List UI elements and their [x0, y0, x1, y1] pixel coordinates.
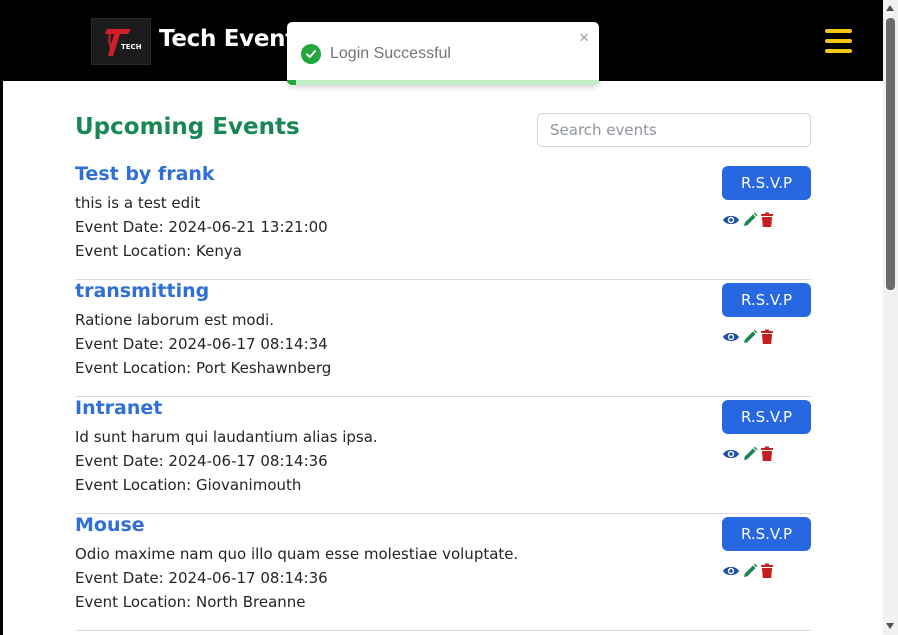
event-date: Event Date: 2024-06-21 13:21:00: [75, 218, 328, 236]
event-location: Event Location: North Breanne: [75, 593, 306, 611]
check-circle-icon: [301, 44, 321, 64]
brand-logo[interactable]: TECH: [91, 18, 151, 65]
toast-progress-bar: [287, 80, 297, 85]
scroll-up-arrow-icon[interactable]: [886, 5, 894, 11]
eye-icon[interactable]: [722, 213, 740, 227]
event-location: Event Location: Kenya: [75, 242, 242, 260]
event-title-link[interactable]: Mouse: [75, 514, 145, 536]
eye-icon[interactable]: [722, 330, 740, 344]
rsvp-button[interactable]: R.S.V.P: [722, 283, 811, 317]
pencil-icon[interactable]: [742, 212, 758, 228]
event-date: Event Date: 2024-06-17 08:14:36: [75, 452, 328, 470]
event-card: Mouse Odio maxime nam quo illo quam esse …: [75, 514, 811, 631]
pencil-icon[interactable]: [742, 329, 758, 345]
event-card: Intranet Id sunt harum qui laudantium ali…: [75, 397, 811, 514]
event-description: Odio maxime nam quo illo quam esse moles…: [75, 545, 519, 563]
page-title: Upcoming Events: [75, 114, 300, 140]
pencil-icon[interactable]: [742, 563, 758, 579]
search-input[interactable]: [537, 113, 811, 147]
eye-icon[interactable]: [722, 564, 740, 578]
event-date: Event Date: 2024-06-17 08:14:36: [75, 569, 328, 587]
hamburger-bar: [825, 39, 852, 43]
trash-icon[interactable]: [760, 212, 774, 228]
eye-icon[interactable]: [722, 447, 740, 461]
event-card: transmitting Ratione laborum est modi. Eve…: [75, 280, 811, 397]
rsvp-button[interactable]: R.S.V.P: [722, 166, 811, 200]
event-actions: [722, 211, 774, 229]
event-actions: [722, 445, 774, 463]
brand-logo-text: TECH: [121, 43, 141, 51]
brand-logo-mark: TECH: [105, 28, 141, 56]
vertical-scrollbar[interactable]: [883, 0, 898, 635]
scrollbar-thumb[interactable]: [886, 18, 895, 290]
scroll-down-arrow-icon[interactable]: [886, 623, 894, 629]
hamburger-menu-icon[interactable]: [825, 29, 852, 53]
event-date: Event Date: 2024-06-17 08:14:34: [75, 335, 328, 353]
app-window: TECH Tech Events Upcoming Events Test by…: [3, 0, 883, 635]
toast-notification: Login Successful ×: [287, 22, 599, 85]
event-title-link[interactable]: Test by frank: [75, 163, 215, 185]
hamburger-bar: [825, 49, 852, 53]
event-description: Ratione laborum est modi.: [75, 311, 275, 329]
pencil-icon[interactable]: [742, 446, 758, 462]
event-description: this is a test edit: [75, 194, 201, 212]
event-location: Event Location: Port Keshawnberg: [75, 359, 332, 377]
event-card: Test by frank this is a test edit Event Da…: [75, 163, 811, 280]
toast-message: Login Successful: [330, 45, 451, 62]
event-title-link[interactable]: transmitting: [75, 280, 209, 302]
toast-close-button[interactable]: ×: [579, 28, 589, 48]
hamburger-bar: [825, 29, 852, 33]
event-actions: [722, 562, 774, 580]
event-actions: [722, 328, 774, 346]
event-title-link[interactable]: Intranet: [75, 397, 162, 419]
toast-progress-track: [287, 80, 599, 85]
trash-icon[interactable]: [760, 446, 774, 462]
rsvp-button[interactable]: R.S.V.P: [722, 517, 811, 551]
trash-icon[interactable]: [760, 563, 774, 579]
trash-icon[interactable]: [760, 329, 774, 345]
event-description: Id sunt harum qui laudantium alias ipsa.: [75, 428, 378, 446]
event-location: Event Location: Giovanimouth: [75, 476, 302, 494]
rsvp-button[interactable]: R.S.V.P: [722, 400, 811, 434]
